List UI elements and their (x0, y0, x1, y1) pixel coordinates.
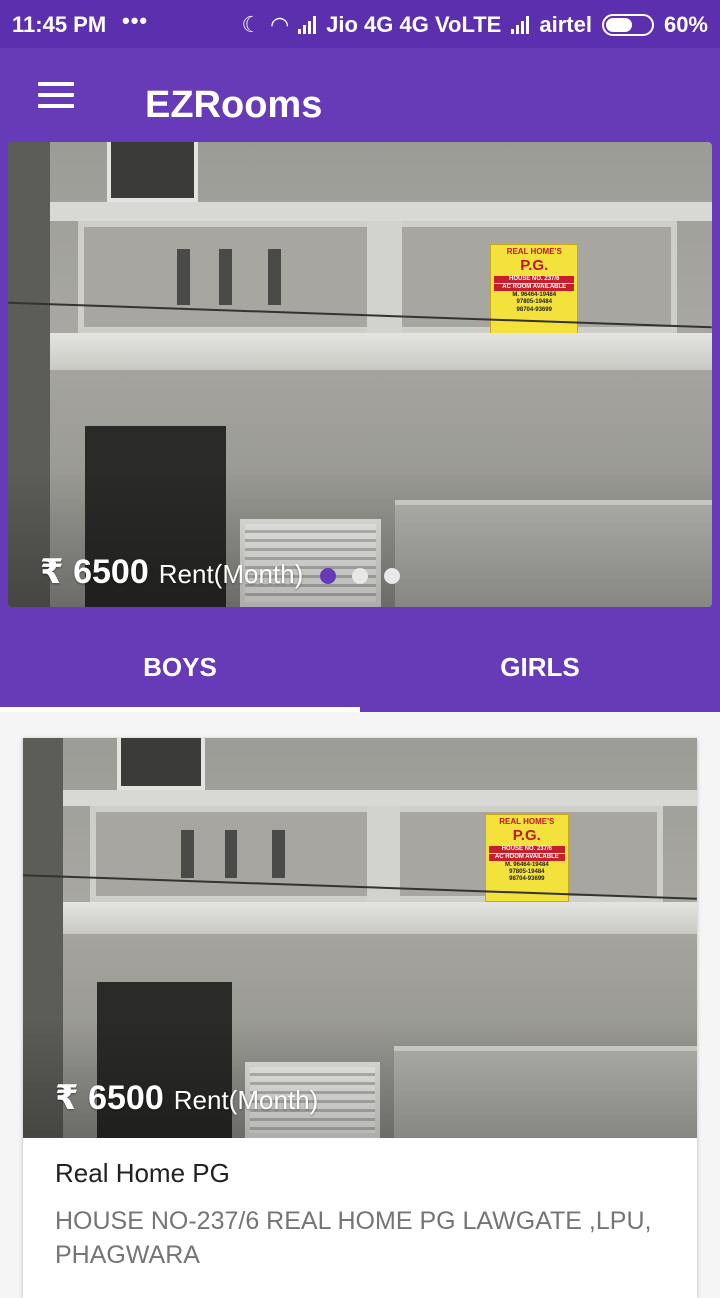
carousel-dot-3[interactable] (384, 568, 400, 584)
hamburger-menu-icon[interactable] (30, 82, 82, 122)
carrier-jio: Jio 4G 4G VoLTE (326, 12, 502, 37)
carousel-container: REAL HOME'S P.G. HOUSE NO. 237/6 AC ROOM… (0, 140, 720, 610)
listing-card[interactable]: REAL HOME'S P.G. HOUSE NO. 237/6 AC ROOM… (23, 738, 697, 1298)
status-bar: 11:45 PM ••• ☾ ◠ Jio 4G 4G VoLTE airtel … (0, 0, 720, 48)
signal-icon-2 (511, 16, 530, 34)
app-bar: EZRooms (0, 48, 720, 140)
battery-icon (601, 14, 654, 36)
status-indicators: ☾ ◠ Jio 4G 4G VoLTE airtel 60% (241, 12, 708, 38)
price-amount: ₹ 6500 (40, 553, 149, 591)
listing-price: ₹ 6500 Rent(Month) (55, 1078, 318, 1118)
notification-dots: ••• (122, 8, 149, 33)
tab-boys[interactable]: BOYS (0, 610, 360, 712)
tab-bar: BOYS GIRLS (0, 610, 720, 712)
carrier-airtel: airtel (539, 12, 592, 37)
pg-signboard: REAL HOME'S P.G. HOUSE NO. 237/6 AC ROOM… (490, 244, 579, 338)
tab-girls[interactable]: GIRLS (360, 610, 720, 712)
listing-price-amount: ₹ 6500 (55, 1079, 164, 1117)
signal-icon (298, 16, 317, 34)
status-time: 11:45 PM (12, 12, 107, 37)
listing-price-unit: Rent(Month) (173, 1085, 319, 1115)
app-title: EZRooms (145, 84, 323, 126)
carousel-dot-2[interactable] (352, 568, 368, 584)
battery-percent: 60% (663, 12, 708, 37)
carousel-price: ₹ 6500 Rent(Month) (40, 552, 303, 592)
carousel-indicators (320, 568, 400, 584)
listing-title: Real Home PG (55, 1158, 230, 1188)
listing-address: HOUSE NO-237/6 REAL HOME PG LAWGATE ,LPU… (55, 1207, 652, 1269)
wifi-icon: ◠ (271, 12, 289, 37)
price-unit: Rent(Month) (158, 559, 304, 589)
listing-pg-signboard: REAL HOME'S P.G. HOUSE NO. 237/6 AC ROOM… (484, 814, 569, 902)
carousel-dot-1[interactable] (320, 568, 336, 584)
image-carousel[interactable]: REAL HOME'S P.G. HOUSE NO. 237/6 AC ROOM… (8, 142, 712, 607)
listing-photo: REAL HOME'S P.G. HOUSE NO. 237/6 AC ROOM… (23, 738, 697, 1138)
moon-icon: ☾ (241, 12, 262, 37)
building-photo: REAL HOME'S P.G. HOUSE NO. 237/6 AC ROOM… (8, 142, 712, 607)
